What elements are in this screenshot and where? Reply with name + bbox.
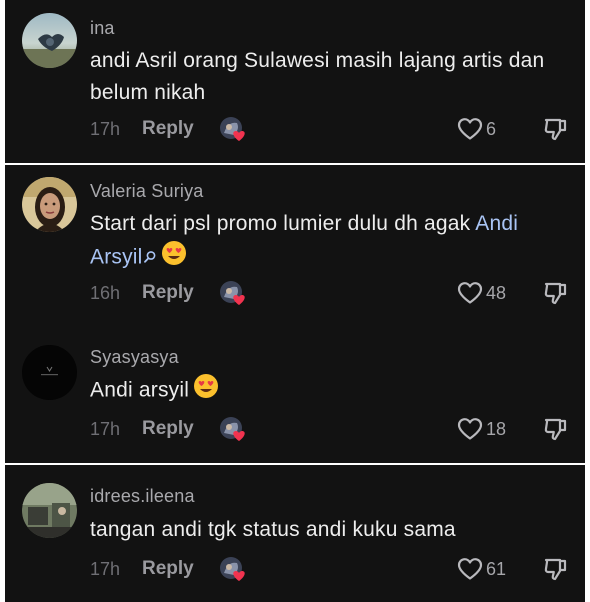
- like-count: 6: [486, 118, 497, 139]
- reply-button[interactable]: Reply: [142, 418, 194, 440]
- timestamp: 17h: [90, 119, 121, 139]
- username[interactable]: ina: [90, 18, 115, 39]
- search-icon[interactable]: [143, 242, 157, 274]
- username[interactable]: idrees.ileena: [90, 486, 195, 507]
- avatar[interactable]: [22, 13, 77, 68]
- username[interactable]: Syasyasya: [90, 347, 179, 368]
- comment-text-body: Start dari psl promo lumier dulu dh agak: [90, 212, 476, 235]
- avatar[interactable]: [22, 345, 77, 400]
- like-count: 61: [486, 558, 507, 579]
- comment-text: andi Asril orang Sulawesi masih lajang a…: [90, 49, 545, 104]
- comment-text-body: Andi arsyil: [90, 378, 190, 402]
- like-count: 48: [486, 282, 507, 303]
- timestamp: 17h: [90, 559, 121, 579]
- avatar-image: [22, 345, 77, 400]
- like-button[interactable]: 61: [457, 557, 506, 581]
- comment-actions: 17h Reply 61: [90, 555, 570, 585]
- avatar-image: [22, 483, 77, 538]
- creator-liked-avatar-icon: [218, 555, 248, 585]
- comment-text: Andi arsyil: [90, 373, 570, 409]
- like-count: 18: [486, 418, 507, 439]
- like-button[interactable]: 18: [457, 417, 506, 441]
- avatar-image: [22, 13, 77, 68]
- comment-card: ina andi Asril orang Sulawesi masih laja…: [5, 0, 585, 163]
- creator-liked-avatar-icon: [218, 415, 248, 445]
- dislike-icon: [544, 418, 567, 441]
- comment-text: tangan andi tgk status andi kuku sama: [90, 518, 456, 541]
- comment-text: Start dari psl promo lumier dulu dh agak…: [90, 208, 570, 276]
- dislike-button[interactable]: [543, 281, 569, 312]
- avatar-image: [22, 177, 77, 232]
- dislike-icon: [544, 118, 567, 141]
- comment-card: Valeria Suriya Start dari psl promo lumi…: [5, 165, 585, 463]
- reply-button[interactable]: Reply: [142, 282, 194, 304]
- comment-actions: 16h Reply 48: [90, 279, 570, 309]
- timestamp: 16h: [90, 283, 121, 303]
- dislike-button[interactable]: [543, 417, 569, 448]
- avatar[interactable]: [22, 483, 77, 538]
- avatar[interactable]: [22, 177, 77, 232]
- timestamp: 17h: [90, 419, 121, 439]
- comment-card: idrees.ileena tangan andi tgk status and…: [5, 465, 585, 602]
- heart-icon: [457, 558, 483, 580]
- creator-liked-avatar-icon: [218, 279, 248, 309]
- dislike-icon: [544, 282, 567, 305]
- like-button[interactable]: 6: [457, 117, 496, 141]
- heart-eyes-emoji: [193, 373, 219, 409]
- like-button[interactable]: 48: [457, 281, 506, 305]
- comment-actions: 17h Reply 18: [90, 415, 570, 445]
- heart-icon: [457, 282, 483, 304]
- dislike-button[interactable]: [543, 557, 569, 588]
- comment-actions: 17h Reply 6: [90, 115, 570, 145]
- heart-eyes-emoji: [161, 240, 187, 276]
- username[interactable]: Valeria Suriya: [90, 181, 204, 202]
- heart-icon: [457, 418, 483, 440]
- dislike-icon: [544, 558, 567, 581]
- creator-liked-avatar-icon: [218, 115, 248, 145]
- reply-button[interactable]: Reply: [142, 558, 194, 580]
- dislike-button[interactable]: [543, 117, 569, 148]
- reply-button[interactable]: Reply: [142, 118, 194, 140]
- heart-icon: [457, 118, 483, 140]
